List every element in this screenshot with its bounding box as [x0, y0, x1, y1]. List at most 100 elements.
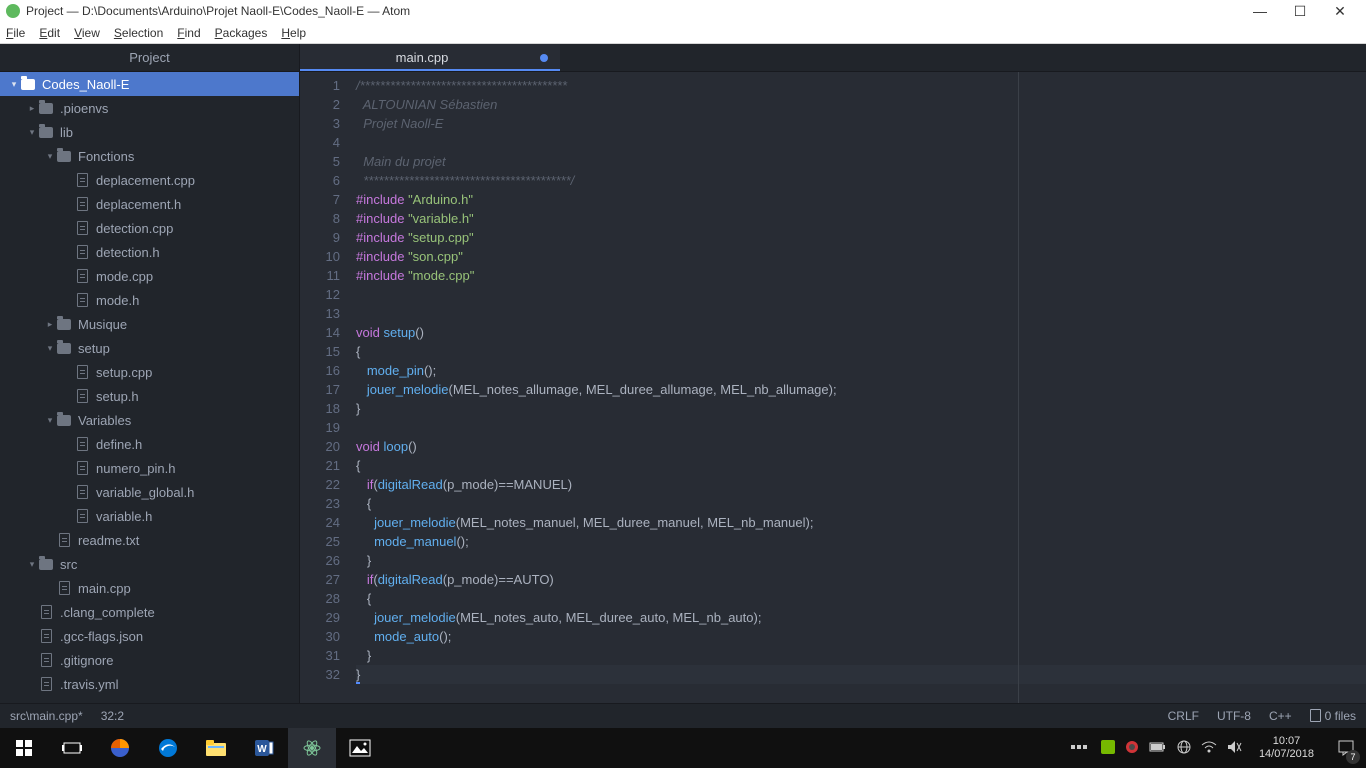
- file--travis-yml[interactable]: .travis.yml: [0, 672, 299, 696]
- status-line-ending[interactable]: CRLF: [1168, 709, 1199, 723]
- window-maximize-button[interactable]: ☐: [1280, 3, 1320, 20]
- file-detection-cpp[interactable]: detection.cpp: [0, 216, 299, 240]
- tree-item-label: deplacement.cpp: [96, 173, 195, 188]
- edge-taskbar-icon[interactable]: [144, 728, 192, 768]
- file-mode-h[interactable]: mode.h: [0, 288, 299, 312]
- file-icon: [74, 220, 90, 236]
- wrap-guide: [1018, 72, 1019, 703]
- file-icon: [38, 652, 54, 668]
- folder-icon: [38, 100, 54, 116]
- tree-item-label: .clang_complete: [60, 605, 155, 620]
- file--clang-complete[interactable]: .clang_complete: [0, 600, 299, 624]
- atom-taskbar-icon[interactable]: [288, 728, 336, 768]
- file-variable-global-h[interactable]: variable_global.h: [0, 480, 299, 504]
- folder-musique[interactable]: ▸Musique: [0, 312, 299, 336]
- tab-modified-dot-icon: [540, 54, 548, 62]
- file-deplacement-h[interactable]: deplacement.h: [0, 192, 299, 216]
- tree-item-label: .gitignore: [60, 653, 113, 668]
- start-button[interactable]: [0, 728, 48, 768]
- chevron-icon: ▾: [26, 559, 38, 570]
- file-icon: [74, 484, 90, 500]
- tree-header: Project: [0, 44, 299, 72]
- menu-file[interactable]: File: [6, 26, 25, 40]
- folder-variables[interactable]: ▾Variables: [0, 408, 299, 432]
- file-explorer-taskbar-icon[interactable]: [192, 728, 240, 768]
- status-encoding[interactable]: UTF-8: [1217, 709, 1251, 723]
- file-variable-h[interactable]: variable.h: [0, 504, 299, 528]
- file-setup-h[interactable]: setup.h: [0, 384, 299, 408]
- chevron-icon: ▾: [44, 415, 56, 426]
- tree-item-label: Codes_Naoll-E: [42, 77, 129, 92]
- wifi-tray-icon[interactable]: [1201, 741, 1217, 756]
- nvidia-tray-icon[interactable]: [1101, 740, 1115, 757]
- status-files[interactable]: 0 files: [1310, 709, 1356, 723]
- photos-taskbar-icon[interactable]: [336, 728, 384, 768]
- tree-item-label: define.h: [96, 437, 142, 452]
- status-cursor-position[interactable]: 32:2: [101, 709, 124, 723]
- chevron-icon: ▾: [44, 151, 56, 162]
- file-deplacement-cpp[interactable]: deplacement.cpp: [0, 168, 299, 192]
- status-bar: src\main.cpp* 32:2 CRLF UTF-8 C++ 0 file…: [0, 703, 1366, 728]
- file-define-h[interactable]: define.h: [0, 432, 299, 456]
- folder--pioenvs[interactable]: ▸.pioenvs: [0, 96, 299, 120]
- file-mode-cpp[interactable]: mode.cpp: [0, 264, 299, 288]
- status-grammar[interactable]: C++: [1269, 709, 1292, 723]
- file--gitignore[interactable]: .gitignore: [0, 648, 299, 672]
- file-icon: [74, 388, 90, 404]
- menu-selection[interactable]: Selection: [114, 26, 163, 40]
- system-tray[interactable]: 10:07 14/07/2018: [1065, 735, 1326, 761]
- menubar: File Edit View Selection Find Packages Help: [0, 22, 1366, 44]
- folder-icon: [56, 340, 72, 356]
- battery-tray-icon[interactable]: [1149, 741, 1167, 756]
- file-icon: [74, 364, 90, 380]
- folder-codes-naoll-e[interactable]: ▾Codes_Naoll-E: [0, 72, 299, 96]
- file-main-cpp[interactable]: main.cpp: [0, 576, 299, 600]
- code-editor[interactable]: 1234567891011121314151617181920212223242…: [300, 72, 1366, 703]
- tree-item-label: detection.cpp: [96, 221, 173, 236]
- task-view-button[interactable]: [48, 728, 96, 768]
- project-tree[interactable]: ▾Codes_Naoll-E▸.pioenvs▾lib▾Fonctionsdep…: [0, 72, 299, 703]
- file-icon: [74, 244, 90, 260]
- menu-packages[interactable]: Packages: [215, 26, 268, 40]
- menu-find[interactable]: Find: [177, 26, 200, 40]
- tray-chevron-up-icon[interactable]: [1071, 741, 1091, 756]
- file-readme-txt[interactable]: readme.txt: [0, 528, 299, 552]
- file--gcc-flags-json[interactable]: .gcc-flags.json: [0, 624, 299, 648]
- menu-edit[interactable]: Edit: [39, 26, 60, 40]
- file-numero-pin-h[interactable]: numero_pin.h: [0, 456, 299, 480]
- svg-text:W: W: [257, 744, 267, 755]
- code-lines[interactable]: /***************************************…: [350, 72, 1366, 703]
- tree-item-label: src: [60, 557, 77, 572]
- tree-item-label: setup: [78, 341, 110, 356]
- notification-count-badge: 7: [1346, 750, 1360, 764]
- action-center-button[interactable]: 7: [1326, 728, 1366, 768]
- word-taskbar-icon[interactable]: W: [240, 728, 288, 768]
- firefox-taskbar-icon[interactable]: [96, 728, 144, 768]
- file-setup-cpp[interactable]: setup.cpp: [0, 360, 299, 384]
- status-file-path[interactable]: src\main.cpp*: [10, 709, 83, 723]
- menu-view[interactable]: View: [74, 26, 100, 40]
- line-number-gutter: 1234567891011121314151617181920212223242…: [300, 72, 350, 703]
- tree-item-label: detection.h: [96, 245, 160, 260]
- file-icon: [38, 604, 54, 620]
- file-detection-h[interactable]: detection.h: [0, 240, 299, 264]
- tree-item-label: deplacement.h: [96, 197, 181, 212]
- tree-item-label: setup.h: [96, 389, 139, 404]
- chevron-icon: ▾: [26, 127, 38, 138]
- tab-main-cpp[interactable]: main.cpp: [300, 44, 560, 71]
- network-tray-icon[interactable]: [1177, 740, 1191, 757]
- folder-icon: [56, 316, 72, 332]
- window-minimize-button[interactable]: —: [1240, 3, 1280, 19]
- menu-help[interactable]: Help: [281, 26, 306, 40]
- taskbar-clock[interactable]: 10:07 14/07/2018: [1253, 735, 1320, 761]
- chevron-icon: ▾: [44, 343, 56, 354]
- folder-fonctions[interactable]: ▾Fonctions: [0, 144, 299, 168]
- window-close-button[interactable]: ✕: [1320, 3, 1360, 20]
- folder-setup[interactable]: ▾ setup: [0, 336, 299, 360]
- volume-tray-icon[interactable]: [1227, 740, 1243, 757]
- folder-lib[interactable]: ▾lib: [0, 120, 299, 144]
- folder-icon: [38, 556, 54, 572]
- ccleaner-tray-icon[interactable]: [1125, 740, 1139, 757]
- folder-src[interactable]: ▾ src: [0, 552, 299, 576]
- workspace: Project ▾Codes_Naoll-E▸.pioenvs▾lib▾Fonc…: [0, 44, 1366, 703]
